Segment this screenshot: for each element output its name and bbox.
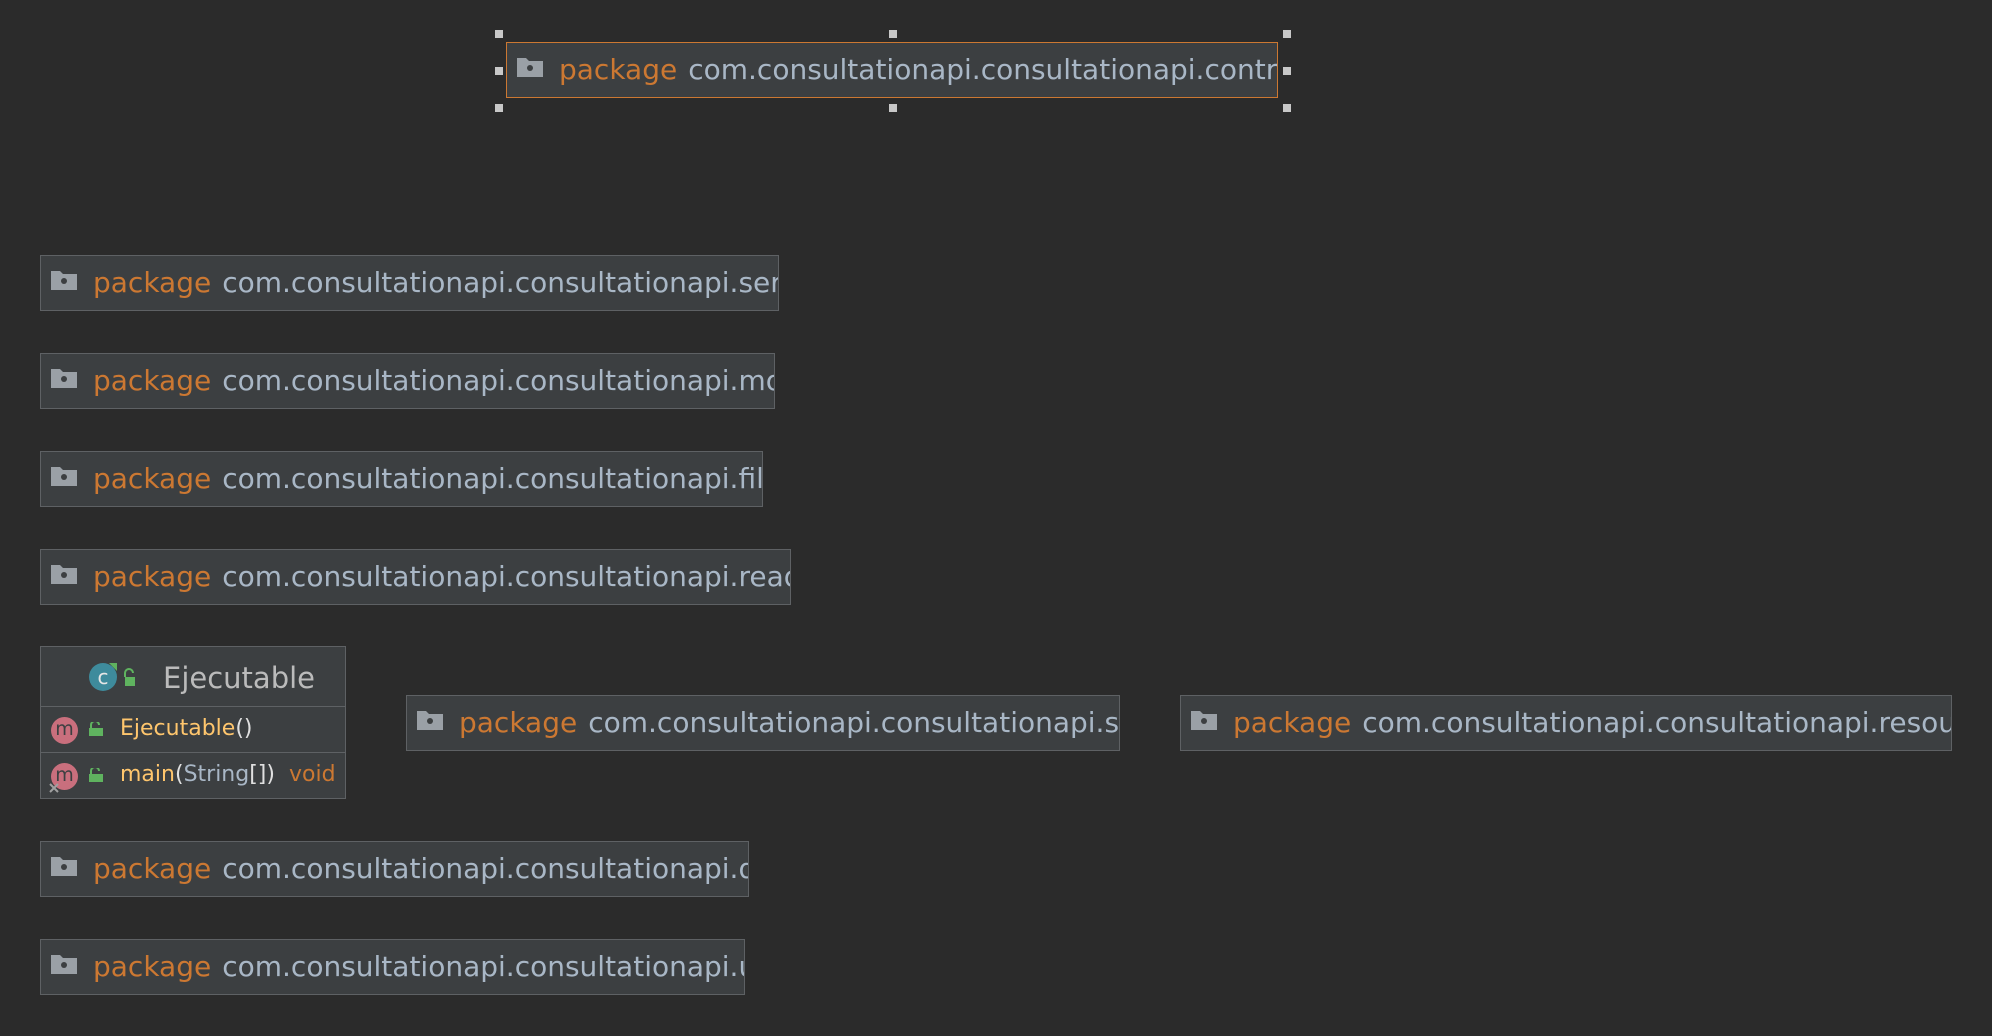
class-name: Ejecutable [163, 661, 315, 695]
resize-handle-bottom-right[interactable] [1283, 104, 1291, 112]
folder-icon [51, 271, 77, 290]
package-node-readfile[interactable]: package com.consultationapi.consultationa… [40, 549, 791, 605]
package-node-filters[interactable]: package com.consultationapi.consultationa… [40, 451, 763, 507]
package-node-utils[interactable]: package com.consultationapi.consultationa… [40, 939, 745, 995]
resize-handle-top-left[interactable] [495, 30, 503, 38]
package-label: package com.consultationapi.consultationa… [93, 560, 791, 593]
resize-handle-bottom[interactable] [889, 104, 897, 112]
package-label: package com.consultationapi.consultationa… [459, 706, 1120, 739]
class-header: c Ejecutable [41, 647, 345, 707]
package-node-state[interactable]: package com.consultationapi.consultationa… [406, 695, 1120, 751]
diagram-canvas[interactable]: package com.consultationapi.consultationa… [0, 0, 1992, 1036]
resize-handle-left[interactable] [495, 67, 503, 75]
package-label: package com.consultationapi.consultationa… [559, 53, 1278, 86]
resize-handle-top[interactable] [889, 30, 897, 38]
method-row[interactable]: m main(String[]) void [41, 753, 345, 799]
public-access-icon [89, 768, 103, 782]
folder-icon [51, 955, 77, 974]
package-node-service[interactable]: package com.consultationapi.consultationa… [40, 255, 779, 311]
package-label: package com.consultationapi.consultationa… [1233, 706, 1952, 739]
package-node-resource[interactable]: package com.consultationapi.consultationa… [1180, 695, 1952, 751]
method-icon: m [51, 717, 78, 744]
svg-text:c: c [98, 665, 109, 689]
method-signature: Ejecutable() [120, 716, 253, 741]
method-row[interactable]: m Ejecutable() [41, 707, 345, 753]
resize-handle-right[interactable] [1283, 67, 1291, 75]
package-label: package com.consultationapi.consultationa… [93, 462, 763, 495]
folder-icon [51, 369, 77, 388]
method-signature: main(String[]) void [120, 762, 336, 787]
package-label: package com.consultationapi.consultationa… [93, 950, 745, 983]
class-icon: c [89, 663, 135, 691]
folder-icon [51, 467, 77, 486]
folder-icon [1191, 711, 1217, 730]
folder-icon [517, 58, 543, 77]
package-label: package com.consultationapi.consultationa… [93, 364, 775, 397]
package-label: package com.consultationapi.consultationa… [93, 266, 779, 299]
package-node-data[interactable]: package com.consultationapi.consultationa… [40, 841, 749, 897]
folder-icon [51, 565, 77, 584]
package-node-controller[interactable]: package com.consultationapi.consultationa… [506, 42, 1278, 98]
resize-handle-bottom-left[interactable] [495, 104, 503, 112]
class-node-ejecutable[interactable]: c Ejecutable m Ejecutable() m main(Strin… [40, 646, 346, 799]
resize-handle-top-right[interactable] [1283, 30, 1291, 38]
package-node-model[interactable]: package com.consultationapi.consultationa… [40, 353, 775, 409]
folder-icon [51, 857, 77, 876]
public-access-icon [89, 722, 103, 736]
package-label: package com.consultationapi.consultationa… [93, 852, 749, 885]
static-marker-icon [49, 783, 59, 793]
folder-icon [417, 711, 443, 730]
